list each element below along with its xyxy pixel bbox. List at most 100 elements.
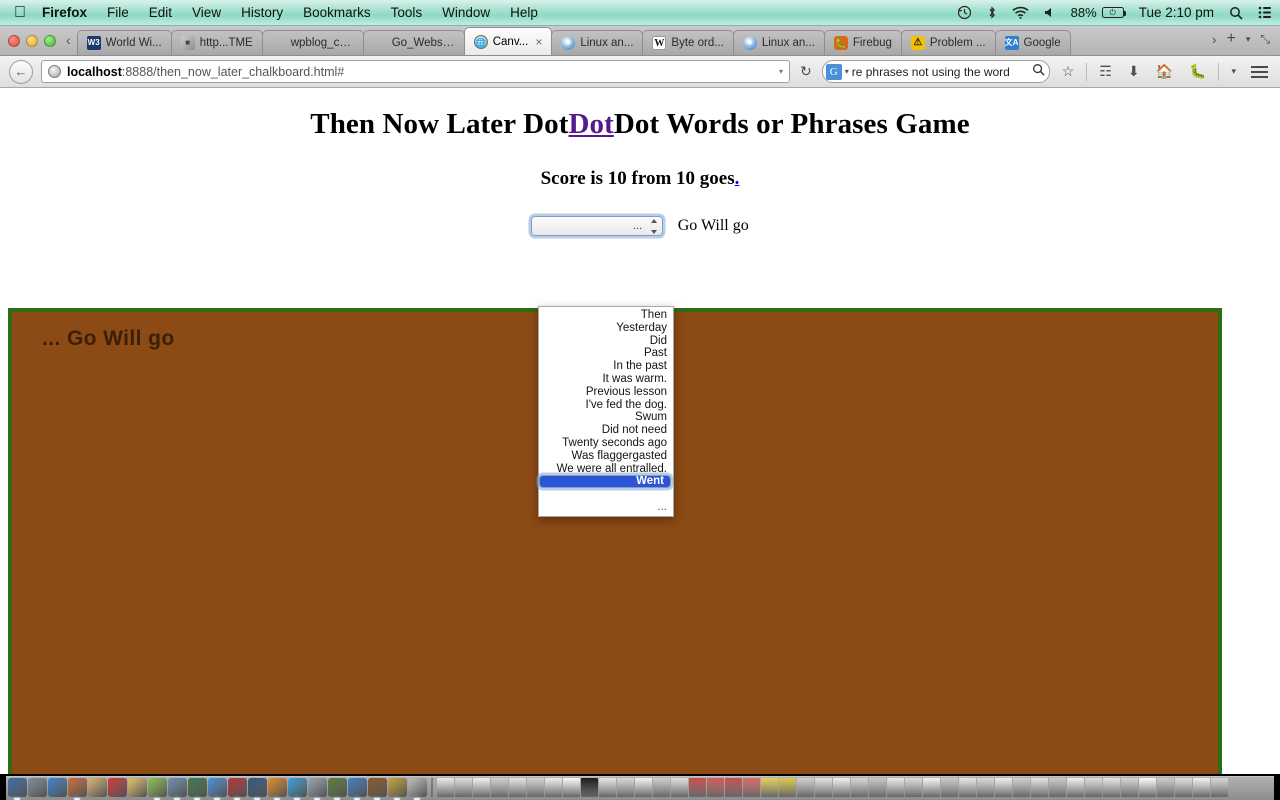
score-link[interactable]: . <box>735 168 740 189</box>
dropdown-option[interactable]: Did not need <box>539 424 673 437</box>
dock-app-icon[interactable] <box>408 778 427 800</box>
menu-item-help[interactable]: Help <box>510 5 538 20</box>
tab-http-tme[interactable]: ■ http...TME <box>170 30 263 55</box>
dock-app-icon[interactable] <box>108 778 127 797</box>
search-icon[interactable] <box>1032 63 1045 81</box>
dropdown-option[interactable]: In the past <box>539 360 673 373</box>
dock-minimized-window[interactable] <box>545 778 562 797</box>
menu-item-window[interactable]: Window <box>442 5 490 20</box>
url-bar[interactable]: localhost:8888/then_now_later_chalkboard… <box>41 60 790 83</box>
dock-minimized-window[interactable] <box>635 778 652 797</box>
dropdown-option[interactable]: Swum <box>539 411 673 424</box>
dock-minimized-window[interactable] <box>1067 778 1084 797</box>
dropdown-option[interactable]: It was warm. <box>539 373 673 386</box>
dock-minimized-window[interactable] <box>563 778 580 797</box>
dock-minimized-window[interactable] <box>761 778 778 797</box>
zoom-window-button[interactable] <box>44 35 56 47</box>
menu-item-file[interactable]: File <box>107 5 129 20</box>
dock-app-icon[interactable] <box>148 778 167 800</box>
dropdown-option[interactable]: Then <box>539 309 673 322</box>
google-icon[interactable]: G <box>825 63 842 80</box>
dock-minimized-window[interactable] <box>689 778 706 797</box>
notification-center-icon[interactable] <box>1258 6 1272 19</box>
dock-app-icon[interactable] <box>208 778 227 800</box>
dock-minimized-window[interactable] <box>1121 778 1138 797</box>
dropdown-option[interactable]: I've fed the dog. <box>539 399 673 412</box>
dock-app-icon[interactable] <box>348 778 367 800</box>
dock-app-icon[interactable] <box>368 778 387 800</box>
dock-minimized-window[interactable] <box>779 778 796 797</box>
reload-icon[interactable]: ↻ <box>798 63 814 80</box>
download-arrow-icon[interactable]: ⬇ <box>1124 63 1144 80</box>
dock-minimized-window[interactable] <box>509 778 526 797</box>
firebug-icon[interactable]: 🐛 <box>1185 63 1210 80</box>
dock-app-icon[interactable] <box>28 778 47 797</box>
dock-minimized-window[interactable] <box>833 778 850 797</box>
dock-app-icon[interactable] <box>128 778 147 797</box>
dock-minimized-window[interactable] <box>1139 778 1156 797</box>
chevron-down-icon[interactable]: ▾ <box>1246 34 1251 45</box>
menu-item-view[interactable]: View <box>192 5 221 20</box>
dock-minimized-window[interactable] <box>437 778 454 797</box>
tab-linux-an-1[interactable]: ● Linux an... <box>551 30 644 55</box>
back-button[interactable]: ← <box>9 59 33 84</box>
dock-app-icon[interactable] <box>68 778 87 800</box>
dock-minimized-window[interactable] <box>1085 778 1102 797</box>
dock-minimized-window[interactable] <box>959 778 976 797</box>
search-icon[interactable] <box>1229 6 1243 20</box>
dock-minimized-window[interactable] <box>617 778 634 797</box>
dropdown-option[interactable]: Past <box>539 347 673 360</box>
dock-minimized-window[interactable] <box>455 778 472 797</box>
phrase-select[interactable]: ... <box>531 216 664 236</box>
chevron-down-icon[interactable]: ▾ <box>1227 66 1240 77</box>
search-bar[interactable]: G ▾ re phrases not using the word <box>821 60 1050 83</box>
dock-minimized-window[interactable] <box>1157 778 1174 797</box>
dropdown-option[interactable]: ... <box>539 501 673 514</box>
dock-minimized-window[interactable] <box>977 778 994 797</box>
minimize-window-button[interactable] <box>26 35 38 47</box>
dock-app-icon[interactable] <box>388 778 407 800</box>
menu-item-edit[interactable]: Edit <box>149 5 172 20</box>
dropdown-option[interactable]: Twenty seconds ago <box>539 437 673 450</box>
dock-minimized-window[interactable] <box>905 778 922 797</box>
dock-app-icon[interactable] <box>268 778 287 800</box>
dock-app-icon[interactable] <box>308 778 327 800</box>
dock-minimized-window[interactable] <box>1013 778 1030 797</box>
dock-minimized-window[interactable] <box>887 778 904 797</box>
tab-linux-an-2[interactable]: ● Linux an... <box>732 30 825 55</box>
dock-app-icon[interactable] <box>8 778 27 800</box>
dropdown-option[interactable]: Did <box>539 335 673 348</box>
tab-google[interactable]: 文A Google <box>994 30 1071 55</box>
dock-app-icon[interactable] <box>188 778 207 800</box>
tab-canv-active[interactable]: 🌐 Canv... × <box>463 27 553 55</box>
dock-minimized-window[interactable] <box>491 778 508 797</box>
tab-byte-ord[interactable]: W Byte ord... <box>642 30 734 55</box>
time-machine-icon[interactable] <box>957 5 972 20</box>
dropdown-option[interactable] <box>539 488 673 501</box>
tab-world-wi[interactable]: W3 World Wi... <box>76 30 172 55</box>
volume-icon[interactable] <box>1044 6 1056 19</box>
fullscreen-icon[interactable]: ⤡ <box>1260 32 1270 47</box>
tab-overflow-icon[interactable]: › <box>1212 32 1216 47</box>
apple-icon[interactable]:  <box>14 4 26 21</box>
tab-firebug[interactable]: 🐛 Firebug <box>823 30 902 55</box>
dock-app-icon[interactable] <box>328 778 347 800</box>
dock-minimized-window[interactable] <box>797 778 814 797</box>
menu-item-history[interactable]: History <box>241 5 283 20</box>
dock-minimized-window[interactable] <box>725 778 742 797</box>
dock-minimized-window[interactable] <box>815 778 832 797</box>
tab-problem[interactable]: ⚠ Problem ... <box>900 30 996 55</box>
close-window-button[interactable] <box>8 35 20 47</box>
close-icon[interactable]: × <box>535 35 542 49</box>
tab-wpblog-cour[interactable]: wpblog_cour... <box>261 30 364 55</box>
new-tab-button[interactable]: + <box>1227 30 1236 48</box>
dropdown-option-selected[interactable]: Went <box>539 475 671 489</box>
dot-link[interactable]: Dot <box>568 108 613 140</box>
dock-minimized-window[interactable] <box>1193 778 1210 797</box>
dock-minimized-window[interactable] <box>995 778 1012 797</box>
dock-minimized-window[interactable] <box>599 778 616 797</box>
dock-app-icon[interactable] <box>228 778 247 800</box>
tab-go-webserve[interactable]: Go_Webserve... <box>362 30 465 55</box>
dock-minimized-window[interactable] <box>869 778 886 797</box>
dock-minimized-window[interactable] <box>923 778 940 797</box>
